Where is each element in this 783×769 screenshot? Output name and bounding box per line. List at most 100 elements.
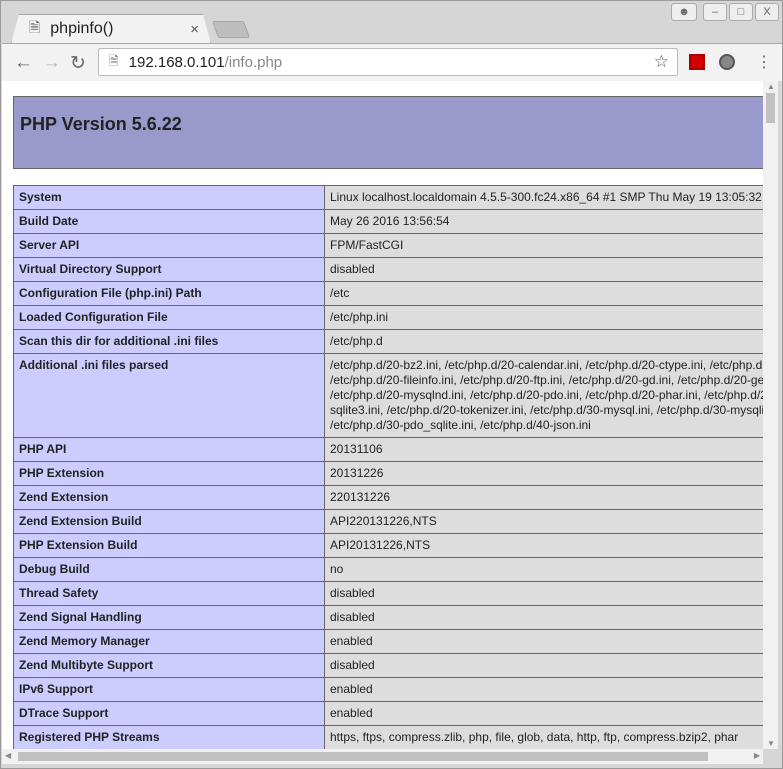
row-label: PHP Extension Build	[13, 533, 325, 558]
tab-title: phpinfo()	[50, 20, 114, 37]
table-row: Zend Multibyte Support disabled	[13, 653, 763, 678]
row-value-line: /etc/php.ini	[330, 310, 389, 324]
row-value-line: disabled	[330, 262, 375, 276]
table-row: Zend Signal Handling disabled	[13, 605, 763, 630]
row-value-line: 20131226	[330, 466, 384, 480]
row-value: 20131226	[324, 461, 763, 486]
horizontal-scrollbar[interactable]: ◀ ▶	[2, 749, 763, 764]
minimize-button[interactable]: –	[703, 3, 727, 21]
php-header: PHP Version 5.6.22	[13, 96, 763, 169]
row-value: /etc/php.d	[324, 329, 763, 354]
row-value: enabled	[324, 629, 763, 654]
row-value: disabled	[324, 605, 763, 630]
row-value-line: enabled	[330, 634, 373, 648]
row-value-line: https, ftps, compress.zlib, php, file, g…	[330, 730, 739, 744]
table-row: Zend Memory Manager enabled	[13, 629, 763, 654]
horizontal-scroll-thumb[interactable]	[18, 752, 708, 761]
table-row: PHP Extension Build API20131226,NTS	[13, 533, 763, 558]
bookmark-star-icon[interactable]: ☆	[654, 52, 669, 72]
row-value-line: /etc/php.d/20-fileinfo.ini, /etc/php.d/2…	[330, 373, 763, 387]
row-label: Zend Extension Build	[13, 509, 325, 534]
url-host: 192.168.0.101	[128, 53, 225, 71]
row-label: Zend Memory Manager	[13, 629, 325, 654]
row-value: 20131106	[324, 437, 763, 462]
table-row: Zend Extension 220131226	[13, 485, 763, 510]
row-value-line: API220131226,NTS	[330, 514, 437, 528]
row-value: /etc/php.d/20-bz2.ini, /etc/php.d/20-cal…	[324, 353, 763, 438]
row-label: PHP API	[13, 437, 325, 462]
table-row: Virtual Directory Support disabled	[13, 257, 763, 282]
menu-icon[interactable]: ⋮	[756, 52, 772, 72]
vertical-scroll-thumb[interactable]	[766, 93, 775, 123]
row-value-line: disabled	[330, 586, 375, 600]
table-row: Thread Safety disabled	[13, 581, 763, 606]
maximize-button[interactable]: □	[729, 3, 753, 21]
row-label: Server API	[13, 233, 325, 258]
forward-icon[interactable]: →	[42, 52, 61, 74]
table-row: Scan this dir for additional .ini files /…	[13, 329, 763, 354]
row-value-line: API20131226,NTS	[330, 538, 431, 552]
page-info-icon[interactable]: 🗎	[109, 52, 119, 73]
row-value-line: Linux localhost.localdomain 4.5.5-300.fc…	[330, 190, 762, 204]
new-tab-button[interactable]	[211, 21, 251, 38]
row-label: PHP Extension	[13, 461, 325, 486]
film-reel-extension-icon[interactable]	[719, 54, 735, 70]
table-row: System Linux localhost.localdomain 4.5.5-…	[13, 185, 763, 210]
row-value-line: /etc/php.d/20-bz2.ini, /etc/php.d/20-cal…	[330, 358, 763, 372]
back-icon[interactable]: ←	[14, 52, 33, 74]
flipboard-extension-icon[interactable]	[689, 54, 705, 70]
php-info-table: System Linux localhost.localdomain 4.5.5-…	[13, 185, 763, 749]
table-row: Registered PHP Streams https, ftps, compr…	[13, 725, 763, 749]
row-label: Registered PHP Streams	[13, 725, 325, 749]
table-row: Server API FPM/FastCGI	[13, 233, 763, 258]
row-label: IPv6 Support	[13, 677, 325, 702]
row-value: disabled	[324, 257, 763, 282]
row-value-line: sqlite3.ini, /etc/php.d/20-tokenizer.ini…	[330, 403, 763, 417]
page-title: PHP Version 5.6.22	[20, 114, 182, 134]
row-value-line: /etc/php.d/30-pdo_sqlite.ini, /etc/php.d…	[330, 418, 591, 432]
address-bar[interactable]: 🗎 192.168.0.101/info.php ☆	[98, 48, 678, 76]
toolbar: ← → ↻ 🗎 192.168.0.101/info.php ☆ ⋮	[2, 43, 782, 81]
reload-icon[interactable]: ↻	[70, 52, 86, 75]
row-value-line: 220131226	[330, 490, 391, 504]
row-value-line: May 26 2016 13:56:54	[330, 214, 450, 228]
vertical-scrollbar[interactable]: ▲ ▼	[763, 81, 778, 749]
table-row: PHP Extension 20131226	[13, 461, 763, 486]
profile-button[interactable]: ☻	[671, 3, 697, 21]
row-label: System	[13, 185, 325, 210]
table-row: Configuration File (php.ini) Path/etc	[13, 281, 763, 306]
row-value: /etc	[324, 281, 763, 306]
row-value-line: enabled	[330, 682, 373, 696]
row-label: Build Date	[13, 209, 325, 234]
row-value: API20131226,NTS	[324, 533, 763, 558]
row-value: FPM/FastCGI	[324, 233, 763, 258]
row-value-line: /etc/php.d	[330, 334, 383, 348]
row-label: Loaded Configuration File	[13, 305, 325, 330]
row-value: Linux localhost.localdomain 4.5.5-300.fc…	[324, 185, 763, 210]
row-value: May 26 2016 13:56:54	[324, 209, 763, 234]
table-row: IPv6 Support enabled	[13, 677, 763, 702]
row-label: Zend Signal Handling	[13, 605, 325, 630]
table-row: PHP API 20131106	[13, 437, 763, 462]
row-value: enabled	[324, 701, 763, 726]
row-value-line: disabled	[330, 610, 375, 624]
close-tab-icon[interactable]: ×	[190, 21, 199, 38]
row-value: API220131226,NTS	[324, 509, 763, 534]
row-value: https, ftps, compress.zlib, php, file, g…	[324, 725, 763, 749]
row-value: /etc/php.ini	[324, 305, 763, 330]
row-value: disabled	[324, 581, 763, 606]
table-row: Additional .ini files parsed/etc/php.d/2…	[13, 353, 763, 438]
row-value: no	[324, 557, 763, 582]
url-path: /info.php	[224, 53, 283, 71]
row-value-line: 20131106	[330, 442, 383, 456]
table-row: Loaded Configuration File/etc/php.ini	[13, 305, 763, 330]
table-row: Build Date May 26 2016 13:56:54	[13, 209, 763, 234]
row-value-line: disabled	[330, 658, 375, 672]
close-window-button[interactable]: X	[755, 3, 779, 21]
row-value: enabled	[324, 677, 763, 702]
row-value-line: FPM/FastCGI	[330, 238, 404, 252]
row-value-line: enabled	[330, 706, 373, 720]
row-value-line: /etc/php.d/20-mysqlnd.ini, /etc/php.d/20…	[330, 388, 763, 402]
row-label: Virtual Directory Support	[13, 257, 325, 282]
page-content: PHP Version 5.6.22 System Linux localhost…	[2, 81, 763, 749]
